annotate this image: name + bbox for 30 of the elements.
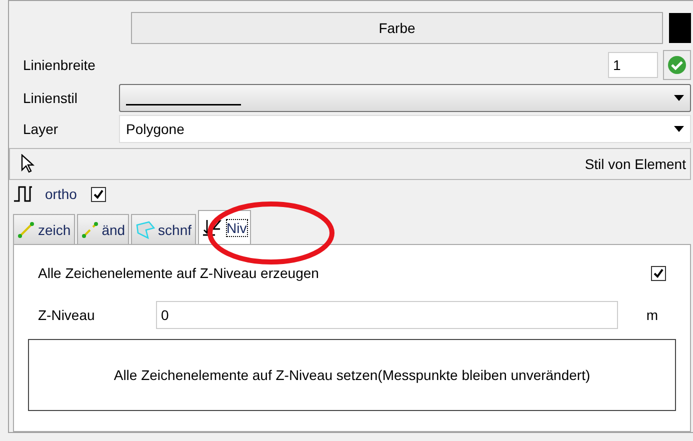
style-from-element-button[interactable]: Stil von Element [9,148,691,180]
line-style-dropdown[interactable] [119,84,691,112]
unit-label: m [645,307,659,323]
layer-dropdown[interactable]: Polygone [119,114,691,142]
color-swatch[interactable] [669,13,691,43]
dropdown-arrow-icon [674,94,684,100]
cursor-icon [20,154,36,174]
line-width-field[interactable]: 1 [608,52,658,78]
line-width-label: Linienbreite [23,57,96,73]
hatch-icon [135,220,156,238]
create-option-label: Alle Zeichenelemente auf Z-Niveau erzeugen [38,265,319,281]
z-level-field[interactable]: 0 [156,301,618,329]
line-icon [17,220,35,238]
dropdown-arrow-icon [674,126,684,132]
line-style-label: Linienstil [23,90,78,106]
tab[interactable]: schnf [131,214,196,244]
tab[interactable]: zeich [13,214,75,244]
z-level-label: Z-Niveau [38,307,96,323]
create-checkbox[interactable] [651,266,666,280]
check-icon [667,55,687,75]
confirm-button[interactable] [663,50,691,80]
color-button[interactable]: Farbe [131,12,663,44]
ortho-checkbox[interactable] [90,186,106,202]
tab[interactable]: änd [76,214,130,244]
apply-button[interactable]: Alle Zeichenelemente auf Z-Niveau setzen(Messpunkte bleiben unverändert) [28,339,676,411]
layer-label: Layer [23,120,60,136]
line-sample-icon [126,104,241,106]
ortho-label: ortho [45,186,77,202]
level-icon [202,218,224,236]
line-icon [80,220,99,238]
